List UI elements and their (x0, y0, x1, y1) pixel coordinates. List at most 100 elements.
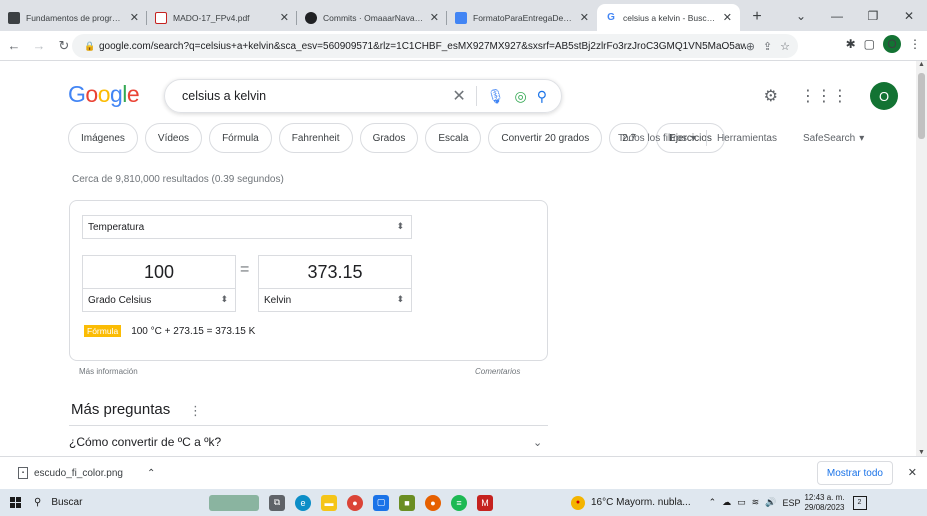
result-stats: Cerca de 9,810,000 resultados (0.39 segu… (72, 174, 284, 185)
all-filters-button[interactable]: Todos los filtros (618, 133, 687, 144)
profile-avatar[interactable]: O (883, 35, 901, 53)
chip-escala[interactable]: Escala (425, 123, 482, 153)
quantity-value: Temperatura (88, 221, 145, 233)
close-icon[interactable]: ✕ (723, 11, 732, 24)
page-scrollbar[interactable]: ▲ ▼ (916, 61, 927, 456)
settings-gear-icon[interactable]: ⚙ (764, 86, 778, 106)
from-unit-select[interactable]: Grado Celsius ⬍ (82, 289, 236, 312)
chip-imagenes[interactable]: Imágenes (68, 123, 138, 153)
url-text[interactable]: google.com/search?q=celsius+a+kelvin&sca… (99, 41, 746, 52)
from-value-input[interactable]: 100 (82, 255, 236, 289)
close-icon[interactable]: ✕ (130, 11, 139, 24)
question-item[interactable]: ¿Cómo convertir de ºC a ºk? (69, 435, 221, 449)
to-value-input[interactable]: 373.15 (258, 255, 412, 289)
chip-videos[interactable]: Vídeos (144, 123, 203, 153)
clear-icon[interactable]: ✕ (452, 86, 465, 106)
share-icon[interactable]: ⇪ (763, 40, 772, 53)
microphone-icon[interactable]: 🎙 (487, 88, 505, 105)
chevron-up-icon[interactable]: ⌃ (147, 468, 155, 479)
menu-icon[interactable]: ⋮ (909, 37, 921, 51)
account-avatar[interactable]: O (870, 82, 898, 110)
tab-fundamentos[interactable]: Fundamentos de programaci ✕ (0, 4, 147, 31)
close-icon[interactable]: ✕ (280, 11, 289, 24)
to-unit-value: Kelvin (264, 294, 292, 306)
extensions-icon[interactable]: ✱ (846, 37, 856, 51)
window-close-icon[interactable]: ✕ (891, 0, 927, 31)
task-view-icon[interactable]: ⧉ (269, 494, 285, 511)
restore-icon[interactable]: ❐ (855, 0, 891, 31)
chip-fahrenheit[interactable]: Fahrenheit (278, 123, 353, 153)
file-explorer-icon[interactable]: ▬ (321, 494, 337, 511)
firefox-icon[interactable]: ● (425, 494, 441, 511)
spotify-icon[interactable]: ≡ (451, 494, 467, 511)
search-icon[interactable]: ⚲ (537, 88, 547, 105)
close-icon[interactable]: ✕ (580, 11, 589, 24)
windows-start-icon[interactable] (0, 489, 30, 516)
search-input[interactable]: celsius a kelvin (182, 89, 452, 103)
image-file-icon: ▪ (18, 467, 28, 479)
chip-formula[interactable]: Fórmula (209, 123, 272, 153)
notifications-icon[interactable]: 2 (852, 495, 867, 510)
tab-formato[interactable]: FormatoParaEntregaDePrácti ✕ (447, 4, 597, 31)
volume-icon[interactable]: 🔊 (765, 497, 776, 508)
language-indicator[interactable]: ESP (782, 498, 800, 508)
more-info-link[interactable]: Más información (79, 367, 138, 376)
show-all-button[interactable]: Mostrar todo (816, 461, 893, 485)
quantity-select[interactable]: Temperatura ⬍ (82, 215, 412, 239)
tools-button[interactable]: Herramientas (717, 133, 777, 144)
side-panel-icon[interactable]: ▢ (864, 37, 875, 51)
forward-icon[interactable]: → (28, 35, 50, 57)
chrome-icon[interactable]: ● (347, 494, 363, 511)
chevron-up-icon[interactable]: ⌃ (709, 497, 717, 508)
comments-link[interactable]: Comentarios (475, 367, 520, 376)
minimize-icon[interactable]: — (819, 0, 855, 31)
bookmark-star-icon[interactable]: ☆ (780, 40, 790, 53)
search-box[interactable]: celsius a kelvin ✕ 🎙 ◎ ⚲ (164, 79, 562, 113)
download-bar: ▪ escudo_fi_color.png ⌃ Mostrar todo ✕ (0, 456, 927, 489)
new-tab-button[interactable]: + (746, 6, 768, 28)
close-icon[interactable]: ✕ (430, 11, 439, 24)
scroll-up-icon[interactable]: ▲ (918, 61, 925, 68)
tab-commits[interactable]: Commits · OmaaarNavarrete ✕ (297, 4, 447, 31)
tab-search-icon[interactable]: ⌄ (783, 0, 819, 31)
tab-mado-pdf[interactable]: MADO-17_FPv4.pdf ✕ (147, 4, 297, 31)
chip-convertir[interactable]: Convertir 20 grados (488, 123, 603, 153)
clock[interactable]: 12:43 a. m. 29/08/2023 (804, 493, 844, 513)
lens-icon[interactable]: ◎ (515, 88, 527, 105)
widgets-icon[interactable] (209, 494, 259, 511)
apps-grid-icon[interactable]: ⋮⋮⋮ (800, 86, 848, 106)
scroll-down-icon[interactable]: ▼ (918, 449, 925, 456)
chevron-down-icon[interactable]: ⌄ (533, 436, 542, 449)
tab-celsius-kelvin[interactable]: G celsius a kelvin - Buscar con ✕ (597, 4, 740, 31)
weather-widget[interactable]: ● 16°C Mayorm. nubla... (571, 495, 691, 510)
edge-icon[interactable]: e (295, 494, 311, 511)
wifi-icon[interactable]: ≋ (752, 497, 760, 508)
to-unit-select[interactable]: Kelvin ⬍ (258, 289, 412, 312)
taskbar-search[interactable]: ⚲ Buscar (34, 497, 169, 508)
minecraft-icon[interactable]: ■ (399, 494, 415, 511)
google-icon: G (605, 11, 617, 24)
google-logo[interactable]: Google (68, 81, 140, 108)
safesearch-button[interactable]: SafeSearch (803, 133, 855, 144)
scrollbar-thumb[interactable] (918, 73, 925, 139)
more-options-icon[interactable]: ⋮ (189, 403, 202, 419)
mcafee-icon[interactable]: M (477, 494, 493, 511)
from-unit-value: Grado Celsius (88, 294, 152, 306)
browser-toolbar: ← → ↻ 🔒 google.com/search?q=celsius+a+ke… (0, 31, 927, 61)
download-item[interactable]: ▪ escudo_fi_color.png (18, 467, 123, 479)
window-controls: ⌄ — ❐ ✕ (783, 0, 927, 31)
network-icon[interactable]: ▭ (737, 497, 746, 508)
tab-label: celsius a kelvin - Buscar con (623, 12, 717, 23)
zoom-icon[interactable]: ⊕ (746, 40, 755, 53)
close-icon[interactable]: ✕ (908, 466, 917, 479)
mail-icon[interactable]: ▢ (373, 494, 389, 511)
windows-taskbar: ⚲ Buscar ⧉ e ▬ ● ▢ ■ ● ≡ M ● 16°C Mayorm… (0, 489, 927, 516)
logo-letter: e (126, 81, 140, 107)
back-icon[interactable]: ← (3, 35, 25, 57)
chip-grados[interactable]: Grados (359, 123, 419, 153)
address-bar[interactable]: 🔒 google.com/search?q=celsius+a+kelvin&s… (72, 34, 798, 58)
pdf-icon (155, 11, 167, 24)
formula-text: 100 °C + 273.15 = 373.15 K (131, 325, 256, 337)
onedrive-icon[interactable]: ☁ (722, 497, 731, 508)
divider (475, 86, 477, 106)
